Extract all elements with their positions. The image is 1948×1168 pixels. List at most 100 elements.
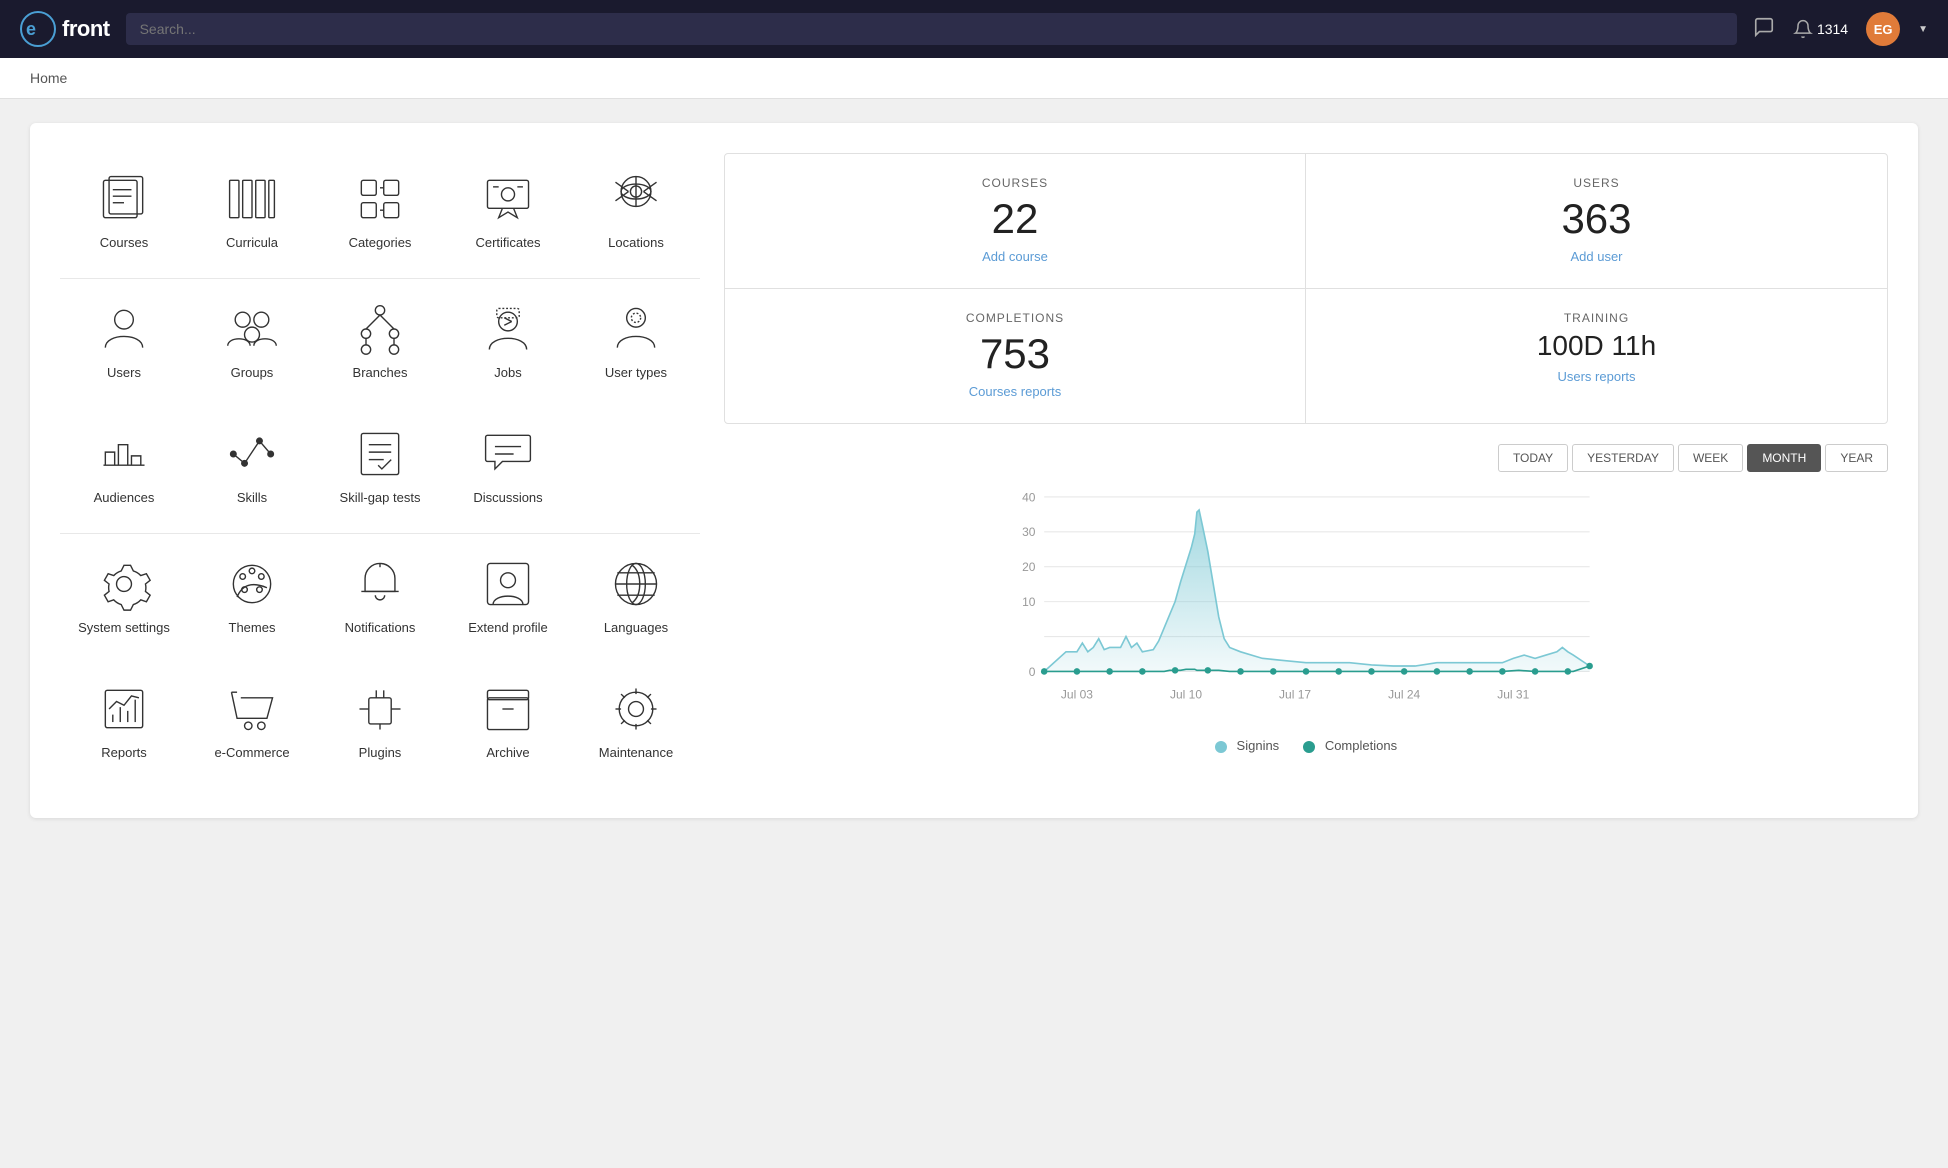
icon-section-row5: Reports e-Commerce <box>60 663 700 778</box>
notifications-bell[interactable]: 1314 <box>1793 19 1848 39</box>
notification-count: 1314 <box>1817 21 1848 37</box>
left-panel: Courses Curricula <box>60 153 700 788</box>
branches-label: Branches <box>353 365 408 380</box>
chat-icon[interactable] <box>1753 16 1775 43</box>
curricula-icon <box>224 171 280 227</box>
groups-icon <box>224 301 280 357</box>
nav-jobs[interactable]: Jobs <box>444 283 572 398</box>
nav-courses[interactable]: Courses <box>60 153 188 268</box>
courses-reports-link[interactable]: Courses reports <box>969 384 1061 399</box>
notifications-label: Notifications <box>345 620 416 635</box>
tab-month[interactable]: MONTH <box>1747 444 1821 472</box>
nav-notifications[interactable]: Notifications <box>316 538 444 653</box>
search-input[interactable] <box>126 13 1737 45</box>
themes-icon <box>224 556 280 612</box>
tab-year[interactable]: YEAR <box>1825 444 1888 472</box>
logo[interactable]: e front <box>20 11 110 47</box>
signins-legend: Signins <box>1215 738 1279 753</box>
svg-text:40: 40 <box>1022 491 1036 505</box>
courses-label: Courses <box>100 235 148 250</box>
logo-icon: e <box>20 11 56 47</box>
nav-themes[interactable]: Themes <box>188 538 316 653</box>
nav-users[interactable]: Users <box>60 283 188 398</box>
certificates-icon <box>480 171 536 227</box>
audiences-icon <box>96 426 152 482</box>
svg-text:Jul 31: Jul 31 <box>1497 688 1529 702</box>
activity-chart: 40 30 20 10 0 Jul 03 Jul 10 Jul 17 Jul 2… <box>724 486 1888 726</box>
nav-categories[interactable]: Categories <box>316 153 444 268</box>
nav-certificates[interactable]: Certificates <box>444 153 572 268</box>
stat-courses: COURSES 22 Add course <box>725 154 1306 289</box>
jobs-icon <box>480 301 536 357</box>
nav-languages[interactable]: Languages <box>572 538 700 653</box>
categories-icon <box>352 171 408 227</box>
nav-groups[interactable]: Groups <box>188 283 316 398</box>
skills-icon <box>224 426 280 482</box>
divider-1 <box>60 278 700 279</box>
categories-label: Categories <box>349 235 412 250</box>
user-types-icon <box>608 301 664 357</box>
audiences-label: Audiences <box>94 490 155 505</box>
nav-curricula[interactable]: Curricula <box>188 153 316 268</box>
icon-section-row3: Audiences Skills <box>60 408 700 523</box>
users-label: Users <box>107 365 141 380</box>
nav-reports[interactable]: Reports <box>60 663 188 778</box>
groups-label: Groups <box>231 365 274 380</box>
top-navigation: e front 1314 EG ▼ <box>0 0 1948 58</box>
nav-skills[interactable]: Skills <box>188 408 316 523</box>
svg-text:Jul 10: Jul 10 <box>1170 688 1202 702</box>
nav-extend-profile[interactable]: Extend profile <box>444 538 572 653</box>
users-icon <box>96 301 152 357</box>
users-reports-link[interactable]: Users reports <box>1557 369 1635 384</box>
certificates-label: Certificates <box>475 235 540 250</box>
nav-audiences[interactable]: Audiences <box>60 408 188 523</box>
archive-label: Archive <box>486 745 529 760</box>
svg-text:30: 30 <box>1022 526 1036 540</box>
tab-yesterday[interactable]: YESTERDAY <box>1572 444 1674 472</box>
nav-skill-gap-tests[interactable]: Skill-gap tests <box>316 408 444 523</box>
locations-icon <box>608 171 664 227</box>
chart-tabs: TODAY YESTERDAY WEEK MONTH YEAR <box>724 444 1888 472</box>
icon-section-row4: System settings Themes <box>60 538 700 653</box>
add-course-link[interactable]: Add course <box>982 249 1048 264</box>
completions-legend: Completions <box>1303 738 1397 753</box>
ecommerce-label: e-Commerce <box>214 745 289 760</box>
nav-archive[interactable]: Archive <box>444 663 572 778</box>
stat-training: TRAINING 100D 11h Users reports <box>1306 289 1887 423</box>
svg-text:Jul 03: Jul 03 <box>1061 688 1093 702</box>
add-user-link[interactable]: Add user <box>1570 249 1622 264</box>
notifications-icon <box>352 556 408 612</box>
nav-discussions[interactable]: Discussions <box>444 408 572 523</box>
system-settings-label: System settings <box>78 620 170 635</box>
svg-text:e: e <box>26 19 36 39</box>
nav-ecommerce[interactable]: e-Commerce <box>188 663 316 778</box>
maintenance-icon <box>608 681 664 737</box>
svg-text:Jul 17: Jul 17 <box>1279 688 1311 702</box>
skill-gap-tests-icon <box>352 426 408 482</box>
maintenance-label: Maintenance <box>599 745 673 760</box>
nav-maintenance[interactable]: Maintenance <box>572 663 700 778</box>
reports-label: Reports <box>101 745 147 760</box>
nav-system-settings[interactable]: System settings <box>60 538 188 653</box>
plugins-label: Plugins <box>359 745 402 760</box>
tab-week[interactable]: WEEK <box>1678 444 1743 472</box>
themes-label: Themes <box>229 620 276 635</box>
svg-text:20: 20 <box>1022 560 1036 574</box>
bell-icon <box>1793 19 1813 39</box>
nav-locations[interactable]: Locations <box>572 153 700 268</box>
courses-icon <box>96 171 152 227</box>
user-types-label: User types <box>605 365 667 380</box>
stats-grid: COURSES 22 Add course USERS 363 Add user… <box>724 153 1888 424</box>
user-avatar[interactable]: EG <box>1866 12 1900 46</box>
nav-user-types[interactable]: User types <box>572 283 700 398</box>
ecommerce-icon <box>224 681 280 737</box>
divider-2 <box>60 533 700 534</box>
discussions-icon <box>480 426 536 482</box>
nav-branches[interactable]: Branches <box>316 283 444 398</box>
icon-section-row2: Users Groups <box>60 283 700 398</box>
chart-legend: Signins Completions <box>724 738 1888 753</box>
plugins-icon <box>352 681 408 737</box>
user-menu-arrow[interactable]: ▼ <box>1918 24 1928 35</box>
tab-today[interactable]: TODAY <box>1498 444 1568 472</box>
nav-plugins[interactable]: Plugins <box>316 663 444 778</box>
